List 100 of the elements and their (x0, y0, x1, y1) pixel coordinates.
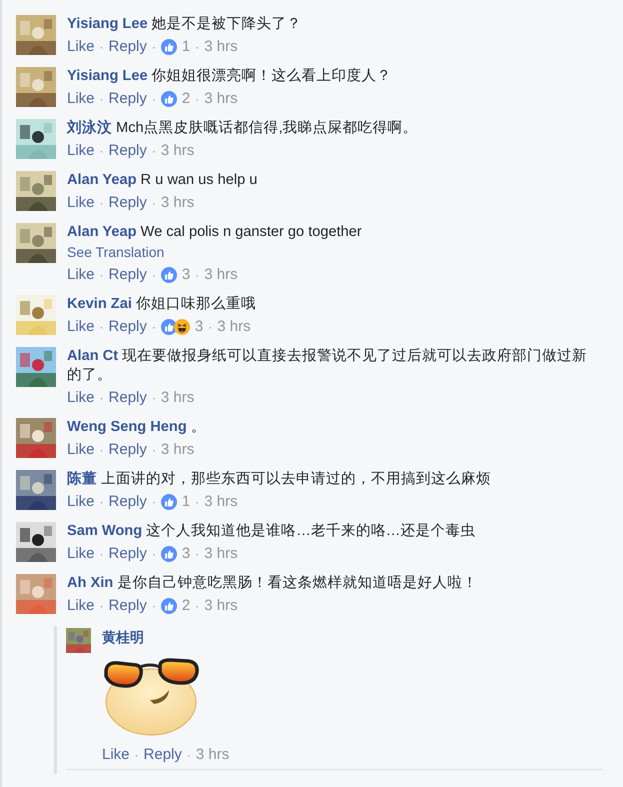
timestamp: 3 hrs (204, 37, 238, 57)
timestamp: 3 hrs (204, 89, 238, 109)
reply-link[interactable]: Reply (108, 596, 147, 616)
author-name[interactable]: Sam Wong (67, 523, 142, 539)
author-name[interactable]: Kevin Zai (67, 296, 132, 312)
like-link[interactable]: Like (67, 440, 95, 460)
separator-dot: · (134, 747, 139, 764)
reaction-count: 1 (182, 492, 190, 512)
author-name[interactable]: Weng Seng Heng (67, 419, 187, 435)
timestamp: 3 hrs (196, 745, 230, 765)
separator-dot: · (100, 319, 104, 336)
thumbs-up-icon (160, 598, 177, 614)
reply-link[interactable]: Reply (108, 141, 147, 161)
separator-dot: · (152, 598, 156, 615)
separator-dot: · (100, 195, 104, 212)
comment-text: Alan Yeap We cal polis n ganster go together (67, 224, 362, 240)
comment-text: Alan Yeap R u wan us help u (67, 172, 258, 188)
like-link[interactable]: Like (67, 492, 95, 512)
reaction-count: 3 (182, 265, 190, 285)
reaction-count: 3 (182, 544, 190, 564)
separator-dot: · (100, 143, 104, 160)
separator-dot: · (195, 39, 200, 56)
timestamp: 3 hrs (160, 440, 194, 460)
separator-dot: · (152, 319, 156, 336)
timestamp: 3 hrs (204, 544, 238, 564)
like-link[interactable]: Like (67, 317, 95, 337)
like-link[interactable]: Like (67, 89, 95, 109)
comment-text: 陈董 上面讲的对，那些东西可以去申请过的，不用搞到这么麻烦 (67, 471, 492, 487)
reply-link[interactable]: Reply (108, 89, 147, 109)
timestamp: 3 hrs (160, 141, 194, 161)
separator-dot: · (100, 390, 104, 407)
reply-link[interactable]: Reply (108, 388, 147, 408)
author-name[interactable]: Yisiang Lee (67, 68, 148, 84)
reaction-count: 1 (182, 37, 190, 57)
separator-dot: · (152, 267, 156, 284)
thumbs-up-icon (160, 319, 177, 335)
author-name[interactable]: Yisiang Lee (67, 16, 148, 32)
separator-dot: · (100, 39, 104, 56)
timestamp: 3 hrs (204, 492, 238, 512)
separator-dot: · (195, 494, 200, 511)
reply-link[interactable]: Reply (108, 440, 147, 460)
author-name[interactable]: 黄桂明 (102, 628, 144, 646)
thumbs-up-icon (160, 39, 177, 55)
comment-text: Alan Ct 现在要做报身纸可以直接去报警说不见了过后就可以去政府部门做过新的了。 (67, 348, 588, 383)
like-link[interactable]: Like (67, 596, 95, 616)
separator-dot: · (100, 91, 104, 108)
reply-link[interactable]: Reply (108, 193, 147, 213)
comment-text: Sam Wong 这个人我知道他是谁咯…老千来的咯…还是个毒虫 (67, 523, 476, 539)
comment-text: Yisiang Lee 你姐姐很漂亮啊！这么看上印度人？ (67, 68, 392, 84)
reply-link[interactable]: Reply (144, 745, 182, 765)
reply-link[interactable]: Reply (108, 317, 147, 337)
like-link[interactable]: Like (67, 141, 95, 161)
thumbs-up-icon (160, 494, 177, 510)
author-name[interactable]: Alan Ct (67, 348, 118, 364)
timestamp: 3 hrs (160, 193, 194, 213)
comment-text: 刘泳汶 Mch点黑皮肤嘅话都信得,我睇点屎都吃得啊。 (67, 120, 418, 136)
author-name[interactable]: Ah Xin (67, 575, 114, 591)
reaction-count: 2 (182, 596, 190, 616)
comment-text: Kevin Zai 你姐口味那么重哦 (67, 296, 256, 312)
comment-text: Yisiang Lee 她是不是被下降头了？ (67, 16, 302, 32)
separator-dot: · (195, 91, 200, 108)
thumbs-up-icon (160, 267, 177, 283)
author-name[interactable]: Alan Yeap (67, 224, 136, 240)
separator-dot: · (208, 319, 212, 336)
separator-dot: · (100, 494, 104, 511)
like-link[interactable]: Like (67, 37, 95, 57)
like-link[interactable]: Like (67, 265, 95, 285)
like-link[interactable]: Like (67, 544, 95, 564)
separator-dot: · (152, 91, 156, 108)
like-link[interactable]: Like (67, 388, 95, 408)
separator-dot: · (152, 546, 156, 563)
see-translation-link[interactable]: See Translation (67, 242, 164, 262)
separator-dot: · (152, 195, 156, 212)
timestamp: 3 hrs (204, 265, 238, 285)
thumbs-up-icon (160, 546, 177, 562)
separator-dot: · (100, 267, 104, 284)
separator-dot: · (100, 598, 104, 615)
separator-dot: · (152, 442, 156, 459)
separator-dot: · (195, 267, 200, 284)
reaction-count: 2 (182, 89, 190, 109)
author-name[interactable]: 陈董 (67, 471, 97, 487)
separator-dot: · (152, 39, 156, 56)
timestamp: 3 hrs (217, 317, 251, 337)
reply-link[interactable]: Reply (108, 492, 147, 512)
separator-dot: · (100, 546, 104, 563)
reply-link[interactable]: Reply (108, 265, 147, 285)
like-link[interactable]: Like (102, 745, 130, 765)
author-name[interactable]: 刘泳汶 (67, 120, 112, 136)
reaction-count: 3 (194, 317, 204, 337)
like-link[interactable]: Like (67, 193, 95, 213)
reply-link[interactable]: Reply (108, 37, 147, 57)
comment-text: Weng Seng Heng 。 (67, 419, 206, 435)
timestamp: 3 hrs (204, 596, 238, 616)
reply-link[interactable]: Reply (108, 544, 147, 564)
separator-dot: · (100, 442, 104, 459)
separator-dot: · (186, 747, 191, 764)
timestamp: 3 hrs (160, 388, 194, 408)
author-name[interactable]: Alan Yeap (67, 172, 136, 188)
separator-dot: · (152, 390, 156, 407)
separator-dot: · (152, 494, 156, 511)
